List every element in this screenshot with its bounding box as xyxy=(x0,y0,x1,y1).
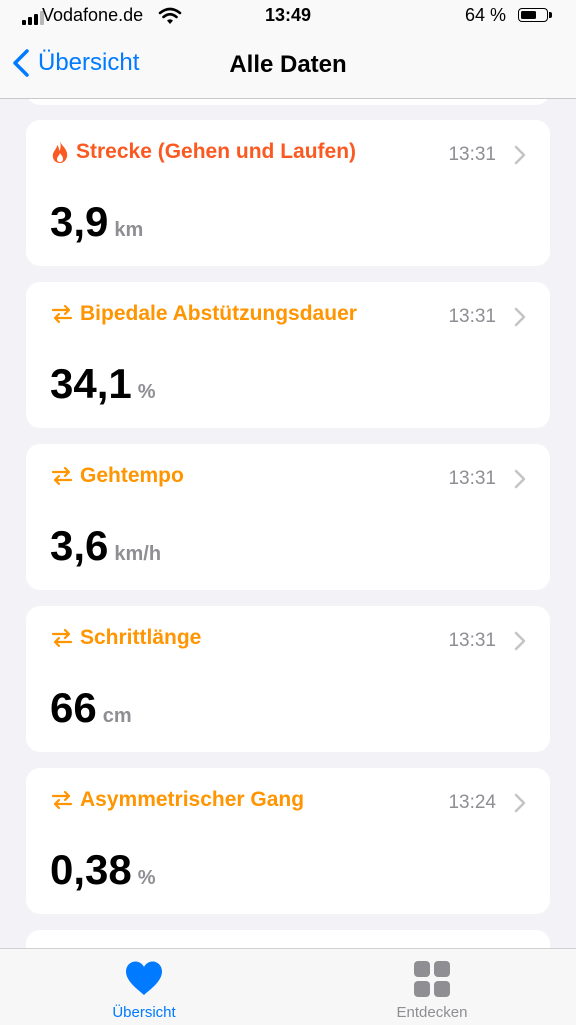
chevron-right-icon xyxy=(514,307,526,327)
tab-label: Entdecken xyxy=(396,1004,468,1021)
data-list[interactable]: Strecke (Gehen und Laufen) 13:31 3,9 km … xyxy=(0,99,576,948)
list-item-partial-top[interactable] xyxy=(26,99,550,105)
data-card-distance[interactable]: Strecke (Gehen und Laufen) 13:31 3,9 km xyxy=(26,120,550,266)
card-unit: km xyxy=(114,219,144,241)
card-timestamp: 13:31 xyxy=(448,144,496,165)
tab-discover[interactable]: Entdecken xyxy=(357,949,507,1025)
card-timestamp: 13:31 xyxy=(448,306,496,327)
card-unit: cm xyxy=(102,705,132,727)
card-unit: km/h xyxy=(114,543,162,565)
data-card-double-support[interactable]: Bipedale Abstützungsdauer 13:31 34,1 % xyxy=(26,282,550,428)
card-unit: % xyxy=(137,381,156,403)
card-timestamp: 13:31 xyxy=(448,630,496,651)
card-title: Asymmetrischer Gang xyxy=(80,788,305,811)
tab-label: Übersicht xyxy=(112,1004,176,1021)
data-card-walking-speed[interactable]: Gehtempo 13:31 3,6 km/h xyxy=(26,444,550,590)
card-title: Bipedale Abstützungsdauer xyxy=(80,302,357,325)
card-value: 66 xyxy=(50,684,97,731)
battery-icon xyxy=(518,8,554,24)
page-title: Alle Daten xyxy=(229,51,347,78)
card-timestamp: 13:31 xyxy=(448,468,496,489)
card-title: Gehtempo xyxy=(80,464,184,487)
mobility-arrows-icon xyxy=(51,628,73,648)
card-title: Schrittlänge xyxy=(80,626,202,649)
status-bar: Vodafone.de 13:49 64 % xyxy=(0,0,576,34)
heart-icon xyxy=(126,961,162,995)
mobility-arrows-icon xyxy=(51,790,73,810)
data-card-walking-asymmetry[interactable]: Asymmetrischer Gang 13:24 0,38 % xyxy=(26,768,550,914)
mobility-arrows-icon xyxy=(51,304,73,324)
card-value: 0,38 xyxy=(50,846,132,893)
grid-icon xyxy=(414,961,450,997)
card-title: Strecke (Gehen und Laufen) xyxy=(76,140,357,163)
card-timestamp: 13:24 xyxy=(448,792,496,813)
card-value: 3,9 xyxy=(50,198,109,245)
flame-icon xyxy=(52,141,68,163)
tab-overview[interactable]: Übersicht xyxy=(69,949,219,1025)
data-card-step-length[interactable]: Schrittlänge 13:31 66 cm xyxy=(26,606,550,752)
list-item-partial-bottom[interactable] xyxy=(26,930,550,948)
battery-percentage: 64 % xyxy=(464,5,506,25)
navigation-bar: Übersicht Alle Daten xyxy=(0,34,576,99)
card-unit: % xyxy=(137,867,156,889)
card-value: 3,6 xyxy=(50,522,109,569)
card-value: 34,1 xyxy=(50,360,132,407)
chevron-right-icon xyxy=(514,145,526,165)
chevron-right-icon xyxy=(514,793,526,813)
mobility-arrows-icon xyxy=(51,466,73,486)
chevron-right-icon xyxy=(514,631,526,651)
tab-bar: Übersicht Entdecken xyxy=(0,948,576,1025)
chevron-right-icon xyxy=(514,469,526,489)
